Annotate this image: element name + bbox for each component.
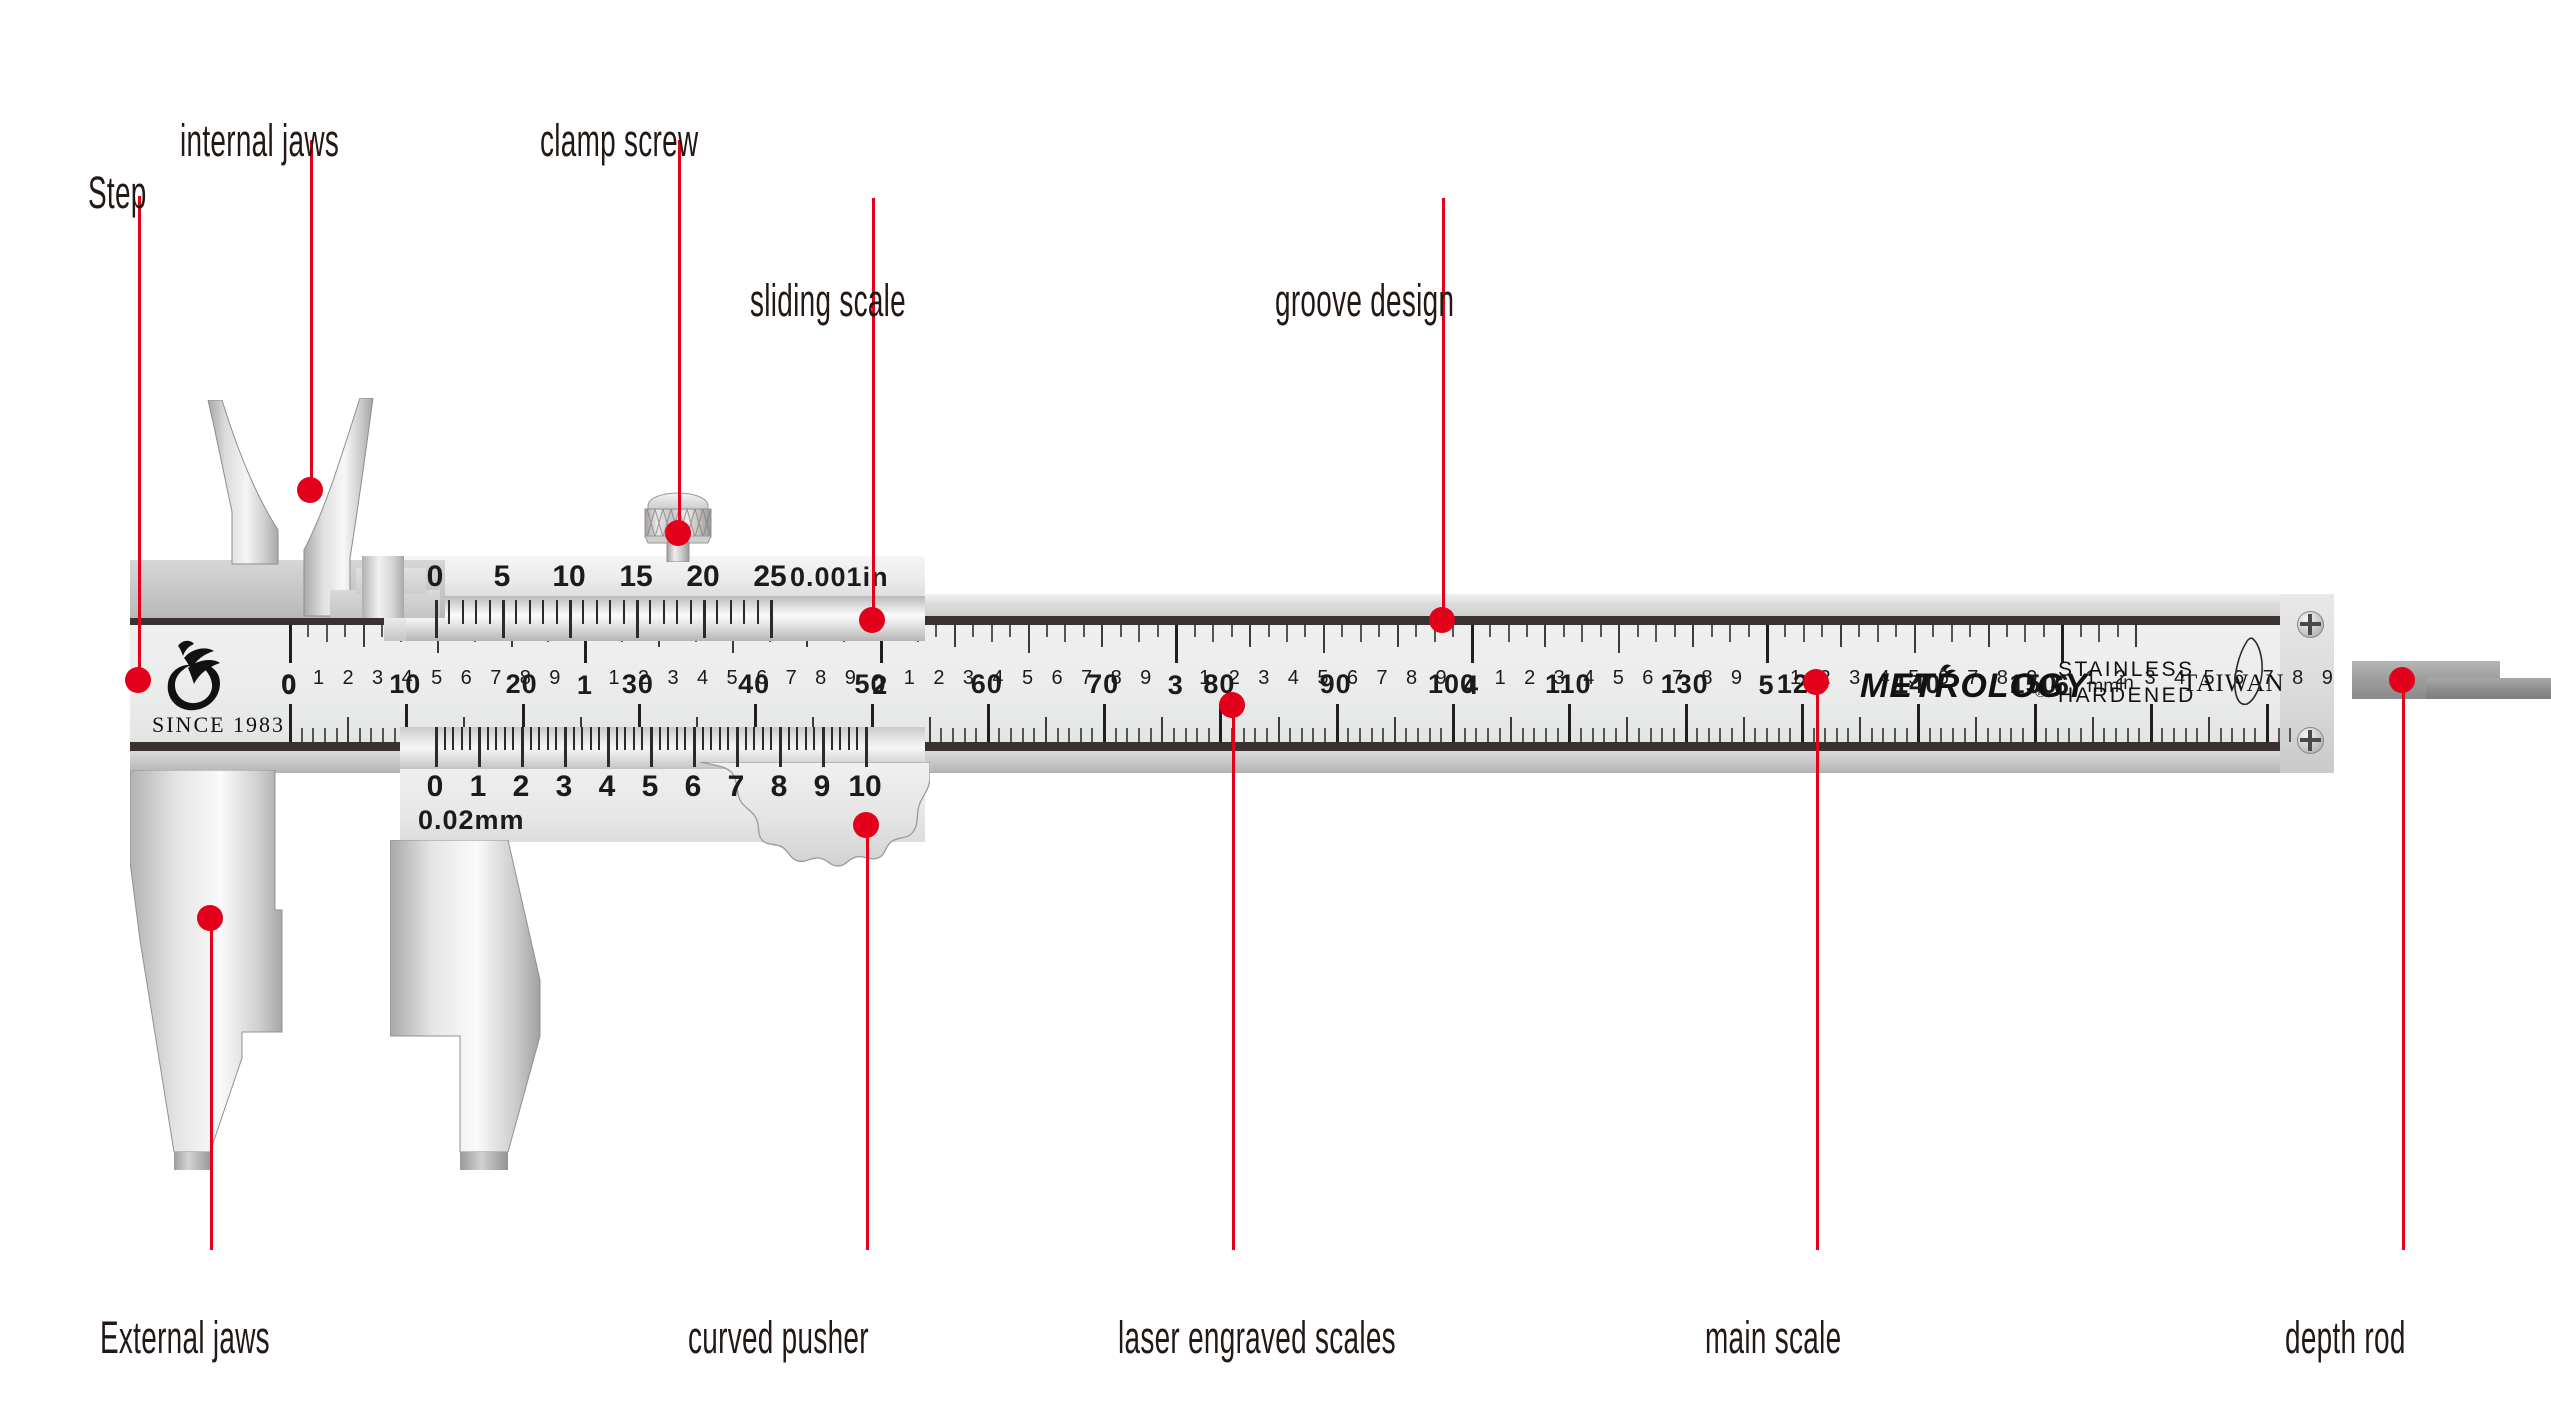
leader-line-external-jaws (210, 918, 213, 1250)
callout-label-step: Step (88, 167, 147, 218)
leader-line-main-scale (1816, 682, 1819, 1250)
callout-dot-depth-rod (2389, 667, 2415, 693)
callout-dot-step (125, 667, 151, 693)
callout-dot-curved-pusher (853, 812, 879, 838)
callout-dot-clamp-screw (665, 520, 691, 546)
callout-dot-laser-engraved-scales (1219, 692, 1245, 718)
callout-dot-groove-design (1429, 607, 1455, 633)
callout-label-clamp-screw: clamp screw (540, 115, 699, 166)
callout-label-external-jaws: External jaws (100, 1312, 270, 1363)
diagram-canvas: 0 10 20 30 40 50 60 70 80 90 100 110 130 120 140 150 mm 0… (0, 0, 2551, 1426)
leader-line-sliding-scale (872, 198, 875, 620)
callout-dot-internal-jaws (297, 477, 323, 503)
callout-label-main-scale: main scale (1705, 1312, 1842, 1363)
leader-line-internal-jaws (310, 140, 313, 490)
callout-dot-main-scale (1803, 669, 1829, 695)
callout-annotations: Step internal jaws clamp screw sliding scal… (0, 0, 2551, 1426)
callout-dot-sliding-scale (859, 607, 885, 633)
callout-label-curved-pusher: curved pusher (688, 1312, 869, 1363)
callout-label-depth-rod: depth rod (2285, 1312, 2406, 1363)
leader-line-step (138, 196, 141, 680)
callout-dot-external-jaws (197, 905, 223, 931)
callout-label-sliding-scale: sliding scale (750, 275, 907, 326)
leader-line-depth-rod (2402, 680, 2405, 1250)
leader-line-groove-design (1442, 198, 1445, 620)
leader-line-laser-engraved-scales (1232, 705, 1235, 1250)
callout-label-internal-jaws: internal jaws (180, 115, 340, 166)
callout-label-laser-engraved-scales: laser engraved scales (1118, 1312, 1396, 1363)
leader-line-clamp-screw (678, 140, 681, 533)
leader-line-curved-pusher (866, 825, 869, 1250)
callout-label-groove-design: groove design (1275, 275, 1455, 326)
